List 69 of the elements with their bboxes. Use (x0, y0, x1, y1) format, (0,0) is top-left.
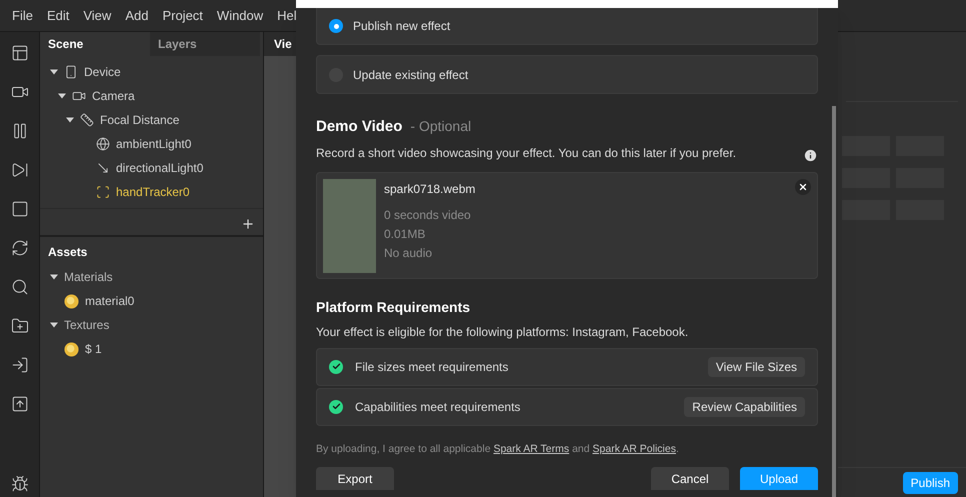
coin-icon (64, 342, 79, 356)
menu-item[interactable]: Add (125, 6, 148, 26)
asset-item[interactable]: material0 (85, 292, 134, 310)
dialog-button[interactable]: Cancel (651, 467, 729, 490)
tree-item[interactable]: Focal Distance (100, 111, 180, 129)
expand-triangle-icon[interactable] (66, 116, 74, 124)
add-icon[interactable] (241, 217, 255, 231)
tree-item[interactable]: directionalLight0 (116, 159, 204, 177)
expand-triangle-icon[interactable] (50, 273, 58, 281)
panel-tab[interactable]: Layers (150, 32, 260, 56)
assets-title: Assets (47, 244, 88, 261)
step-forward-icon[interactable] (10, 161, 28, 179)
section-subtitle: - Optional (410, 117, 472, 136)
phone-icon (64, 65, 78, 79)
section-description: Your effect is eligible for the following platforms: Instagram, Facebook. (316, 324, 688, 340)
square-icon[interactable] (10, 200, 28, 218)
scan-icon (96, 185, 110, 199)
section-description: Record a short video showcasing your effect. You can do this later if you prefer. (316, 145, 736, 162)
camera-icon (72, 89, 86, 103)
policies-link[interactable]: Spark AR Policies (592, 442, 676, 454)
option-card[interactable]: Update existing effect (316, 55, 818, 94)
menu-item[interactable]: File (12, 6, 33, 26)
expand-triangle-icon[interactable] (50, 321, 58, 329)
option-card[interactable]: Publish new effect (316, 8, 818, 45)
file-detail: No audio (384, 244, 432, 262)
menu-item[interactable]: Window (216, 6, 264, 26)
section-title: Platform Requirements (316, 298, 470, 317)
layout-icon[interactable] (10, 44, 28, 62)
requirement-label: File sizes meet requirements (355, 358, 510, 376)
bug-icon[interactable] (10, 475, 28, 493)
section-title: Demo Video (316, 117, 402, 137)
search-icon[interactable] (10, 278, 28, 296)
radio-button[interactable] (329, 19, 343, 33)
arrow-icon (96, 161, 110, 175)
dialog-button[interactable]: Export (316, 467, 394, 490)
tree-item[interactable]: ambientLight0 (116, 135, 192, 153)
refresh-icon[interactable] (10, 239, 28, 257)
menu-item[interactable]: View (83, 6, 112, 26)
file-detail: 0 seconds video (384, 206, 471, 224)
requirement-label: Capabilities meet requirements (355, 398, 522, 416)
close-button[interactable] (795, 178, 811, 194)
terms-link[interactable]: Spark AR Terms (493, 442, 570, 454)
menu-item[interactable]: Project (162, 6, 203, 26)
upload-icon[interactable] (10, 395, 28, 413)
terms-text: By uploading, I agree to all applicable Spark AR Terms and Spark AR Policies. (316, 442, 679, 456)
menu-item[interactable]: Edit (46, 6, 70, 26)
info-icon[interactable] (803, 148, 818, 162)
option-label: Update existing effect (353, 66, 468, 84)
expand-triangle-icon[interactable] (58, 92, 66, 100)
asset-item[interactable]: $ 1 (85, 340, 102, 358)
requirement-action-button[interactable]: View File Sizes (708, 356, 805, 376)
expand-triangle-icon[interactable] (50, 68, 58, 76)
asset-group[interactable]: Textures (64, 316, 110, 334)
menu-item[interactable]: Hel (277, 6, 297, 26)
requirement-action-button[interactable]: Review Capabilities (684, 396, 805, 416)
file-name: spark0718.webm (384, 180, 476, 198)
tree-item[interactable]: Camera (92, 87, 135, 105)
option-label: Publish new effect (353, 18, 450, 35)
folder-plus-icon[interactable] (10, 317, 28, 335)
viewport-title: Vie (274, 36, 292, 53)
close-icon (798, 182, 808, 192)
tree-item[interactable]: Device (84, 63, 121, 81)
coin-icon (64, 294, 79, 308)
globe-icon (96, 137, 110, 151)
tree-item[interactable]: handTracker0 (116, 183, 190, 201)
ruler-icon (80, 113, 94, 127)
asset-group[interactable]: Materials (64, 268, 113, 286)
file-detail: 0.01MB (384, 226, 426, 242)
device-arrow-icon[interactable] (10, 356, 28, 374)
